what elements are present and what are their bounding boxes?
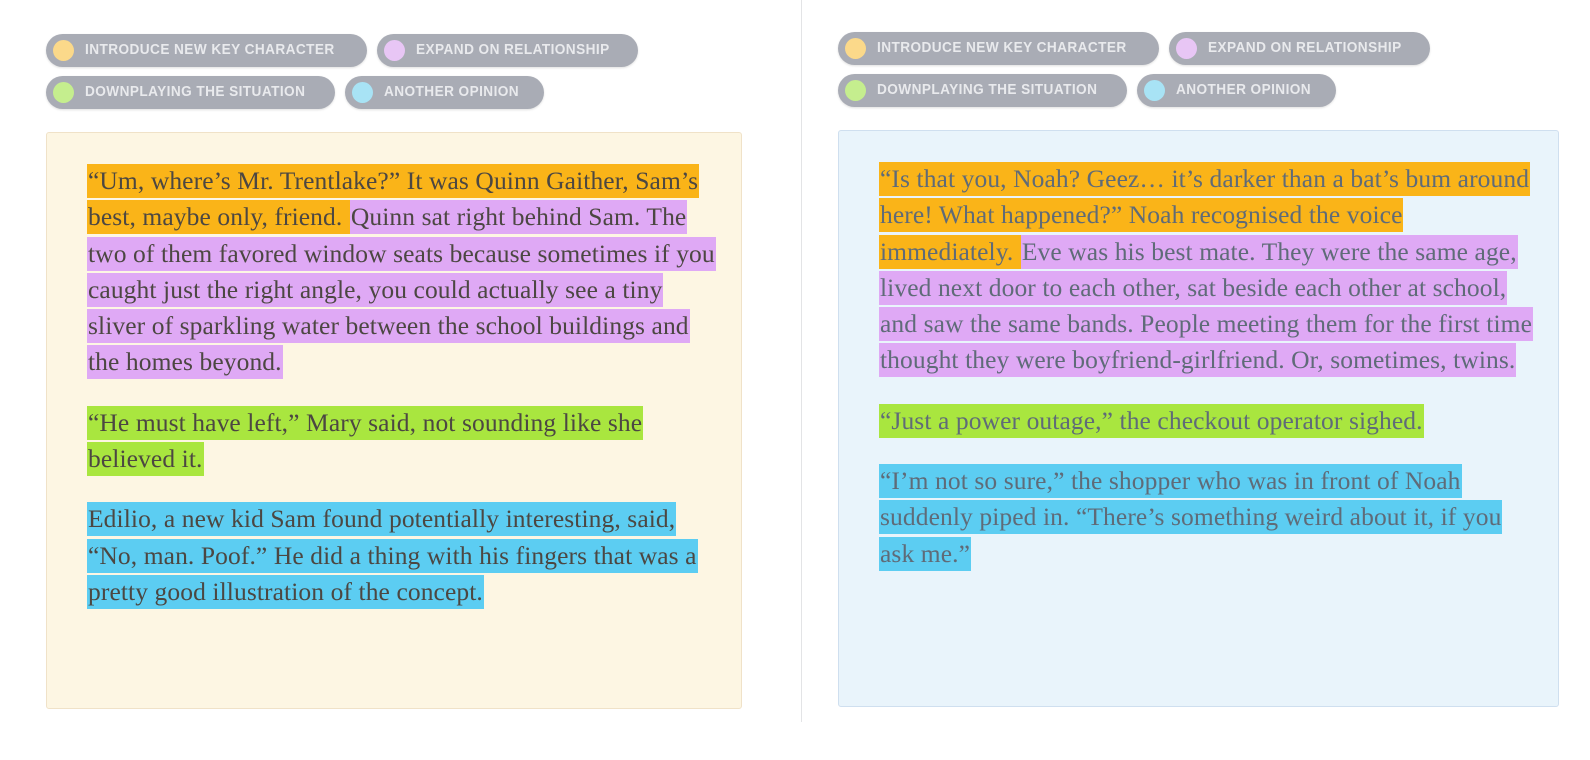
legend-chip-label: INTRODUCE NEW KEY CHARACTER	[85, 42, 335, 59]
legend-color-dot-icon	[845, 38, 866, 59]
right-text-card: “Is that you, Noah? Geez… it’s darker th…	[838, 130, 1559, 707]
highlighted-run-green[interactable]: “He must have left,” Mary said, not soun…	[87, 405, 644, 477]
legend-color-dot-icon	[1144, 80, 1166, 101]
legend-chip[interactable]: ANOTHER OPINION	[1137, 74, 1337, 107]
story-paragraph: “Just a power outage,” the checkout oper…	[879, 403, 1536, 439]
story-paragraph: Edilio, a new kid Sam found potentially …	[87, 501, 719, 610]
legend-chip[interactable]: EXPAND ON RELATIONSHIP	[376, 34, 638, 67]
right-pane: INTRODUCE NEW KEY CHARACTER EXPAND ON REL…	[802, 0, 1590, 760]
legend-chip-label: INTRODUCE NEW KEY CHARACTER	[877, 40, 1127, 57]
right-card-body: “Is that you, Noah? Geez… it’s darker th…	[879, 161, 1536, 572]
legend-chip[interactable]: EXPAND ON RELATIONSHIP	[1168, 32, 1430, 65]
legend-chip-label: DOWNPLAYING THE SITUATION	[85, 84, 306, 101]
highlighted-run-green[interactable]: “Just a power outage,” the checkout oper…	[879, 403, 1424, 438]
legend-chip-label: ANOTHER OPINION	[384, 84, 520, 101]
legend-chip-label: DOWNPLAYING THE SITUATION	[877, 82, 1098, 99]
story-paragraph: “I’m not so sure,” the shopper who was i…	[879, 463, 1536, 572]
left-text-card: “Um, where’s Mr. Trentlake?” It was Quin…	[46, 132, 742, 709]
legend-chip[interactable]: ANOTHER OPINION	[345, 76, 545, 109]
story-paragraph: “He must have left,” Mary said, not soun…	[87, 405, 719, 478]
legend-right: INTRODUCE NEW KEY CHARACTER EXPAND ON REL…	[838, 32, 1478, 116]
legend-color-dot-icon	[53, 40, 74, 61]
story-paragraph: “Um, where’s Mr. Trentlake?” It was Quin…	[87, 163, 719, 381]
legend-chip[interactable]: INTRODUCE NEW KEY CHARACTER	[838, 32, 1159, 65]
highlighted-run-blue[interactable]: Edilio, a new kid Sam found potentially …	[87, 502, 698, 609]
comparison-stage: INTRODUCE NEW KEY CHARACTER EXPAND ON REL…	[0, 0, 1590, 760]
legend-chip[interactable]: INTRODUCE NEW KEY CHARACTER	[46, 34, 367, 67]
legend-color-dot-icon	[352, 82, 374, 103]
legend-chip-label: EXPAND ON RELATIONSHIP	[1207, 40, 1402, 57]
legend-chip-label: EXPAND ON RELATIONSHIP	[415, 42, 610, 59]
legend-color-dot-icon	[383, 40, 405, 61]
legend-chip[interactable]: DOWNPLAYING THE SITUATION	[46, 76, 336, 109]
legend-color-dot-icon	[1175, 38, 1197, 59]
left-pane: INTRODUCE NEW KEY CHARACTER EXPAND ON REL…	[0, 0, 801, 760]
legend-chip[interactable]: DOWNPLAYING THE SITUATION	[838, 74, 1128, 107]
highlighted-run-blue[interactable]: “I’m not so sure,” the shopper who was i…	[879, 464, 1503, 571]
left-card-body: “Um, where’s Mr. Trentlake?” It was Quin…	[87, 163, 719, 610]
legend-color-dot-icon	[845, 80, 866, 101]
legend-left: INTRODUCE NEW KEY CHARACTER EXPAND ON REL…	[46, 34, 686, 118]
legend-chip-label: ANOTHER OPINION	[1176, 82, 1312, 99]
legend-color-dot-icon	[53, 82, 74, 103]
story-paragraph: “Is that you, Noah? Geez… it’s darker th…	[879, 161, 1536, 379]
